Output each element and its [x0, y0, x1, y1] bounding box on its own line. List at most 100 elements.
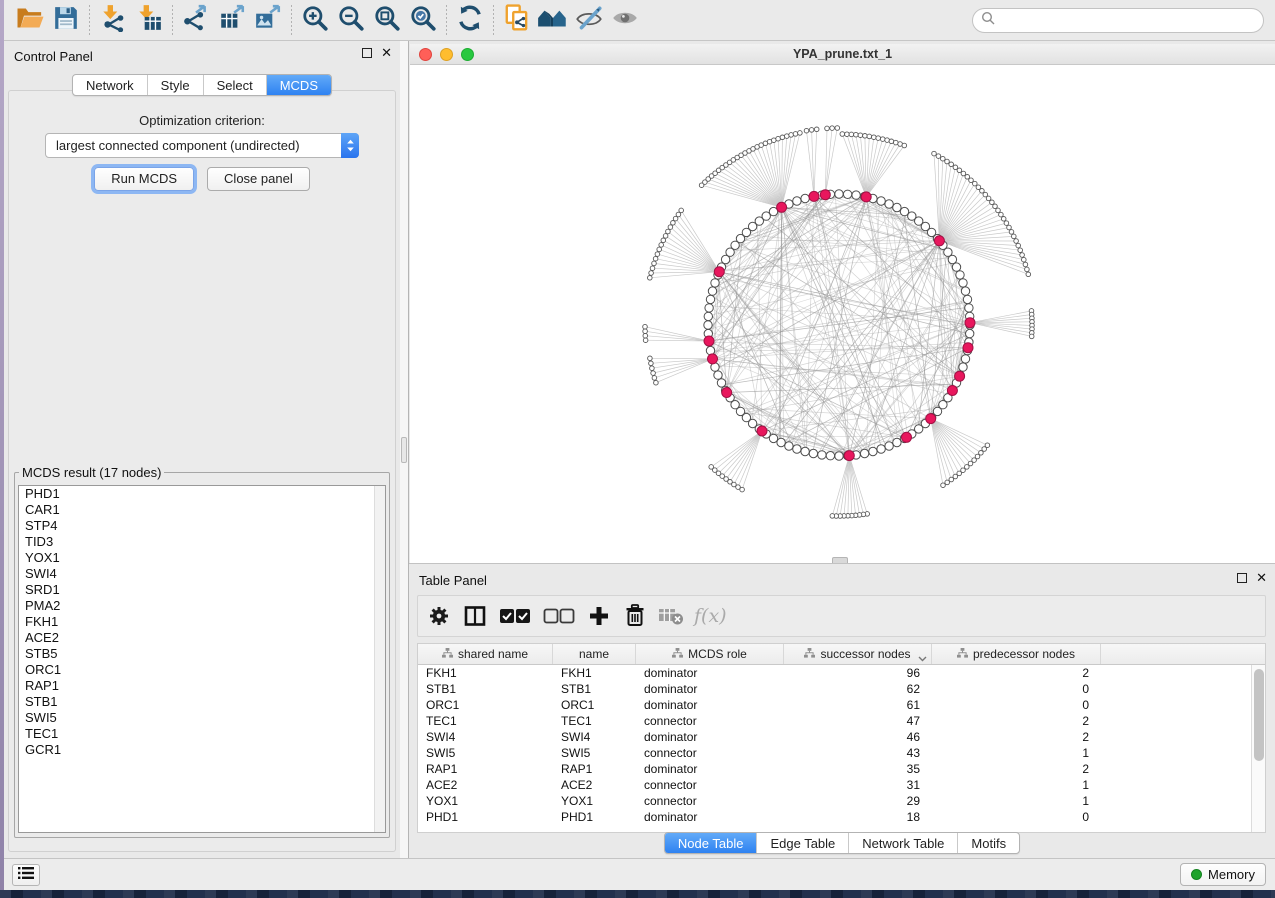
mcds-result-item[interactable]: GCR1	[19, 742, 385, 758]
cell-name[interactable]: TEC1	[553, 713, 636, 729]
tab-network-table[interactable]: Network Table	[848, 833, 957, 853]
table-row[interactable]: ACE2ACE2connector311	[418, 777, 1265, 793]
memory-button[interactable]: Memory	[1180, 863, 1266, 886]
cell-predecessor-nodes[interactable]: 2	[932, 761, 1101, 777]
cell-successor-nodes[interactable]: 61	[784, 697, 932, 713]
cell-predecessor-nodes[interactable]: 1	[932, 745, 1101, 761]
table-scrollbar[interactable]	[1251, 665, 1265, 832]
table-row[interactable]: SWI4SWI4dominator462	[418, 729, 1265, 745]
mcds-result-item[interactable]: YOX1	[19, 550, 385, 566]
cell-successor-nodes[interactable]: 43	[784, 745, 932, 761]
mcds-result-item[interactable]: STP4	[19, 518, 385, 534]
tab-mcds[interactable]: MCDS	[266, 75, 331, 95]
unselect-all-columns-icon[interactable]	[542, 602, 576, 630]
tab-network[interactable]: Network	[73, 75, 147, 95]
show-all-button[interactable]	[607, 3, 643, 37]
column-header-predecessor-nodes[interactable]: predecessor nodes	[932, 644, 1101, 664]
close-panel-button[interactable]: Close panel	[207, 167, 310, 191]
cell-MCDS-role[interactable]: dominator	[636, 761, 784, 777]
criterion-select[interactable]: largest connected component (undirected)	[45, 133, 359, 158]
tab-motifs[interactable]: Motifs	[957, 833, 1019, 853]
delete-column-icon[interactable]	[622, 602, 648, 630]
mcds-result-item[interactable]: ORC1	[19, 662, 385, 678]
table-row[interactable]: YOX1YOX1connector291	[418, 793, 1265, 809]
network-graph[interactable]	[410, 65, 1275, 563]
tab-style[interactable]: Style	[147, 75, 203, 95]
cell-shared-name[interactable]: SWI4	[418, 729, 553, 745]
cell-name[interactable]: FKH1	[553, 665, 636, 681]
import-table-button[interactable]	[131, 3, 167, 37]
cell-shared-name[interactable]: SWI5	[418, 745, 553, 761]
cell-predecessor-nodes[interactable]: 2	[932, 665, 1101, 681]
open-session-button[interactable]	[12, 3, 48, 37]
node-table[interactable]: shared namenameMCDS rolesuccessor nodesp…	[417, 643, 1266, 833]
export-network-button[interactable]	[178, 3, 214, 37]
table-row[interactable]: SWI5SWI5connector431	[418, 745, 1265, 761]
mcds-result-item[interactable]: CAR1	[19, 502, 385, 518]
column-header-shared-name[interactable]: shared name	[418, 644, 553, 664]
cell-shared-name[interactable]: ORC1	[418, 697, 553, 713]
zoom-out-button[interactable]	[333, 3, 369, 37]
zoom-in-button[interactable]	[297, 3, 333, 37]
cell-predecessor-nodes[interactable]: 0	[932, 809, 1101, 825]
mcds-result-item[interactable]: SRD1	[19, 582, 385, 598]
cell-shared-name[interactable]: YOX1	[418, 793, 553, 809]
cell-successor-nodes[interactable]: 18	[784, 809, 932, 825]
column-header-name[interactable]: name	[553, 644, 636, 664]
cell-successor-nodes[interactable]: 29	[784, 793, 932, 809]
hide-selected-button[interactable]	[571, 3, 607, 37]
cell-MCDS-role[interactable]: dominator	[636, 697, 784, 713]
cell-successor-nodes[interactable]: 96	[784, 665, 932, 681]
zoom-selected-button[interactable]	[405, 3, 441, 37]
export-image-button[interactable]	[250, 3, 286, 37]
cell-shared-name[interactable]: FKH1	[418, 665, 553, 681]
cell-name[interactable]: ORC1	[553, 697, 636, 713]
column-layout-icon[interactable]	[462, 602, 488, 630]
cell-MCDS-role[interactable]: connector	[636, 745, 784, 761]
run-mcds-button[interactable]: Run MCDS	[94, 167, 194, 191]
vertical-splitter[interactable]	[400, 41, 409, 858]
cell-successor-nodes[interactable]: 35	[784, 761, 932, 777]
task-history-button[interactable]	[12, 864, 40, 886]
table-row[interactable]: PHD1PHD1dominator180	[418, 809, 1265, 825]
cell-predecessor-nodes[interactable]: 1	[932, 777, 1101, 793]
table-row[interactable]: FKH1FKH1dominator962	[418, 665, 1265, 681]
cell-predecessor-nodes[interactable]: 2	[932, 713, 1101, 729]
float-panel-icon[interactable]	[1237, 573, 1247, 583]
cell-predecessor-nodes[interactable]: 0	[932, 681, 1101, 697]
table-row[interactable]: RAP1RAP1dominator352	[418, 761, 1265, 777]
cell-shared-name[interactable]: RAP1	[418, 761, 553, 777]
cell-shared-name[interactable]: STB1	[418, 681, 553, 697]
chevron-down-icon[interactable]	[918, 651, 927, 665]
save-session-button[interactable]	[48, 3, 84, 37]
cell-MCDS-role[interactable]: connector	[636, 713, 784, 729]
mcds-list-scrollbar[interactable]	[374, 486, 385, 832]
refresh-layout-button[interactable]	[452, 3, 488, 37]
cell-predecessor-nodes[interactable]: 0	[932, 697, 1101, 713]
tab-edge-table[interactable]: Edge Table	[756, 833, 848, 853]
cell-name[interactable]: RAP1	[553, 761, 636, 777]
table-row[interactable]: STB1STB1dominator620	[418, 681, 1265, 697]
cell-MCDS-role[interactable]: dominator	[636, 681, 784, 697]
cell-name[interactable]: ACE2	[553, 777, 636, 793]
cell-name[interactable]: STB1	[553, 681, 636, 697]
zoom-fit-button[interactable]	[369, 3, 405, 37]
cell-name[interactable]: SWI4	[553, 729, 636, 745]
mcds-result-item[interactable]: RAP1	[19, 678, 385, 694]
search-field[interactable]	[972, 8, 1264, 33]
table-row[interactable]: ORC1ORC1dominator610	[418, 697, 1265, 713]
cell-successor-nodes[interactable]: 46	[784, 729, 932, 745]
column-header-successor-nodes[interactable]: successor nodes	[784, 644, 932, 664]
import-network-button[interactable]	[95, 3, 131, 37]
mcds-result-item[interactable]: PMA2	[19, 598, 385, 614]
mcds-result-item[interactable]: SWI4	[19, 566, 385, 582]
cell-MCDS-role[interactable]: connector	[636, 777, 784, 793]
select-all-columns-icon[interactable]	[498, 602, 532, 630]
column-header-MCDS-role[interactable]: MCDS role	[636, 644, 784, 664]
export-table-button[interactable]	[214, 3, 250, 37]
settings-gear-icon[interactable]	[426, 602, 452, 630]
mcds-result-item[interactable]: SWI5	[19, 710, 385, 726]
table-scrollbar-thumb[interactable]	[1254, 669, 1264, 761]
mcds-result-item[interactable]: STB1	[19, 694, 385, 710]
cell-successor-nodes[interactable]: 31	[784, 777, 932, 793]
